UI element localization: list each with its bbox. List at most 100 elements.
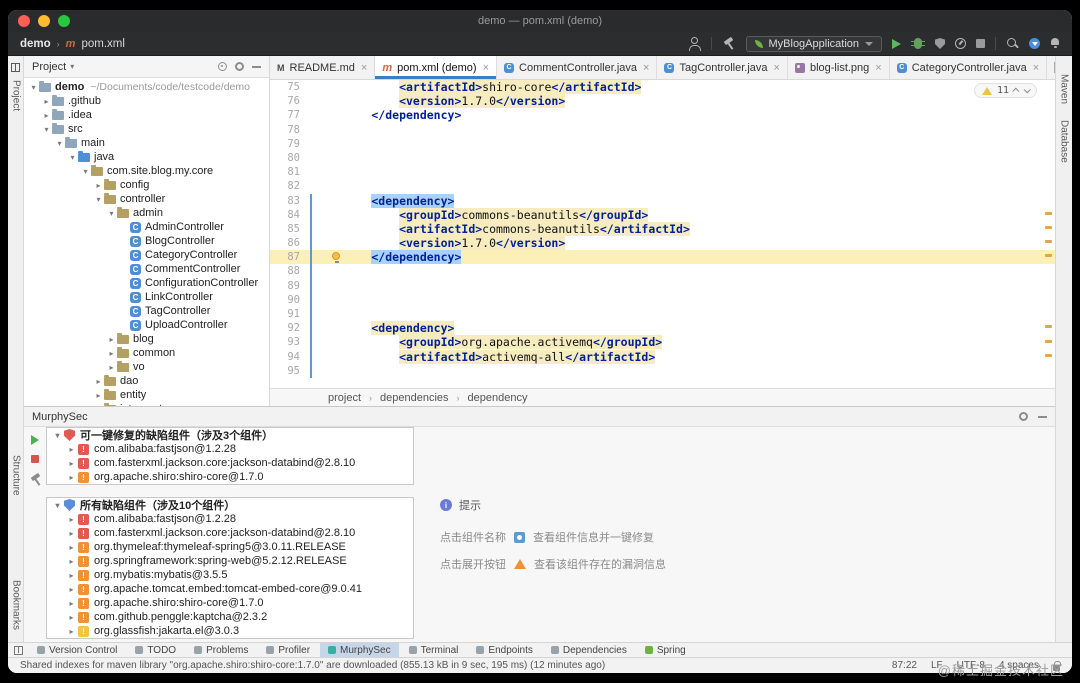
vulnerable-component-row[interactable]: ▸!org.thymeleaf:thymeleaf-spring5@3.0.11… — [47, 540, 413, 554]
error-stripe[interactable] — [1043, 80, 1054, 388]
line-number[interactable]: 95 — [270, 364, 310, 378]
next-warning-icon[interactable] — [1024, 86, 1031, 93]
code-text[interactable] — [316, 137, 1055, 151]
file-crumb[interactable]: pom.xml — [81, 38, 124, 50]
vulnerable-component-row[interactable]: ▸!org.springframework:spring-web@5.2.12.… — [47, 554, 413, 568]
toolwindow-button-endpoints[interactable]: Endpoints — [468, 643, 540, 658]
code-text[interactable]: <version>1.7.0</version> — [316, 236, 1055, 250]
line-number[interactable]: 87 — [270, 250, 310, 264]
tree-chevron-icon[interactable]: ▸ — [65, 571, 78, 580]
project-tree-item[interactable]: ▾demo~/Documents/code/testcode/demo — [24, 80, 269, 94]
warning-stripe-mark[interactable] — [1045, 212, 1052, 215]
code-text[interactable]: <dependency> — [316, 194, 1055, 208]
stop-scan-icon[interactable] — [31, 455, 39, 463]
warning-stripe-mark[interactable] — [1045, 325, 1052, 328]
line-number[interactable]: 78 — [270, 123, 310, 137]
code-line[interactable]: 79 — [270, 137, 1055, 151]
line-number[interactable]: 85 — [270, 222, 310, 236]
project-pane-title[interactable]: Project — [32, 61, 66, 73]
minimize-window-button[interactable] — [38, 15, 50, 27]
tab-close-icon[interactable]: × — [774, 62, 780, 74]
tab-close-icon[interactable]: × — [643, 62, 649, 74]
intention-bulb-icon[interactable] — [332, 252, 340, 260]
tree-chevron-icon[interactable]: ▸ — [65, 627, 78, 636]
debug-bug-icon[interactable] — [914, 38, 922, 49]
tab-close-icon[interactable]: × — [361, 62, 367, 74]
code-text[interactable] — [316, 364, 1055, 378]
chevron-down-icon[interactable]: ▾ — [70, 62, 74, 71]
code-line[interactable]: 94<artifactId>activemq-all</artifactId> — [270, 350, 1055, 364]
project-tree-item[interactable]: ▸common — [24, 346, 269, 360]
profiler-gauge-icon[interactable] — [955, 38, 966, 49]
code-line[interactable]: 91 — [270, 307, 1055, 321]
project-tree-item[interactable]: CCategoryController — [24, 248, 269, 262]
tab-close-icon[interactable]: × — [1033, 62, 1039, 74]
collab-icon[interactable] — [687, 37, 701, 51]
line-number[interactable]: 94 — [270, 350, 310, 364]
project-tree-item[interactable]: ▾main — [24, 136, 269, 150]
project-tree-item[interactable]: ▸dao — [24, 374, 269, 388]
code-line[interactable]: 78 — [270, 123, 1055, 137]
window-menu-icon[interactable] — [14, 646, 23, 655]
project-tree-item[interactable]: ▸vo — [24, 360, 269, 374]
code-text[interactable]: </dependency> — [316, 250, 1055, 264]
tree-chevron-icon[interactable]: ▸ — [65, 613, 78, 622]
tree-chevron-icon[interactable]: ▾ — [51, 501, 64, 510]
code-line[interactable]: 92<dependency> — [270, 321, 1055, 335]
line-number[interactable]: 81 — [270, 165, 310, 179]
tree-chevron-icon[interactable]: ▸ — [41, 97, 52, 106]
editor-tab[interactable]: CCategoryController.java× — [890, 56, 1047, 79]
project-crumb[interactable]: demo — [20, 38, 51, 50]
stripe-button-bookmarks[interactable]: Bookmarks — [11, 580, 22, 630]
vulnerable-component-row[interactable]: ▸!org.apache.shiro:shiro-core@1.7.0 — [47, 596, 413, 610]
project-tree-item[interactable]: ▾src — [24, 122, 269, 136]
project-tree-item[interactable]: CLinkController — [24, 290, 269, 304]
run-play-icon[interactable] — [892, 39, 901, 49]
tree-chevron-icon[interactable]: ▾ — [80, 167, 91, 176]
tree-chevron-icon[interactable]: ▸ — [106, 349, 117, 358]
title-bar[interactable]: demo — pom.xml (demo) — [8, 10, 1072, 32]
vulnerable-component-row[interactable]: ▸!com.github.penggle:kaptcha@2.3.2 — [47, 610, 413, 624]
code-text[interactable] — [316, 279, 1055, 293]
project-tree-item[interactable]: CAdminController — [24, 220, 269, 234]
code-text[interactable] — [316, 293, 1055, 307]
code-line[interactable]: 75<artifactId>shiro-core</artifactId> — [270, 80, 1055, 94]
code-line[interactable]: 80 — [270, 151, 1055, 165]
stripe-button-database[interactable]: Database — [1059, 120, 1070, 163]
project-tree-item[interactable]: CUploadController — [24, 318, 269, 332]
stripe-button-maven[interactable]: Maven — [1059, 74, 1070, 104]
project-tree-item[interactable]: ▾admin — [24, 206, 269, 220]
notifications-bell-icon[interactable] — [1050, 38, 1060, 49]
code-line[interactable]: 85 <artifactId>commons-beanutils</artifac… — [270, 222, 1055, 236]
toolwindow-button-terminal[interactable]: Terminal — [401, 643, 467, 658]
project-tree-item[interactable]: ▾java — [24, 150, 269, 164]
code-text[interactable] — [316, 179, 1055, 193]
code-text[interactable] — [316, 165, 1055, 179]
tree-chevron-icon[interactable]: ▸ — [65, 599, 78, 608]
tree-chevron-icon[interactable]: ▸ — [65, 515, 78, 524]
vulnerable-component-row[interactable]: ▸!org.apache.tomcat.embed:tomcat-embed-c… — [47, 582, 413, 596]
code-text[interactable] — [316, 151, 1055, 165]
code-text[interactable]: <artifactId>commons-beanutils</artifactI… — [316, 222, 1055, 236]
coverage-shield-icon[interactable] — [935, 38, 945, 49]
line-number[interactable]: 93 — [270, 335, 310, 349]
close-window-button[interactable] — [18, 15, 30, 27]
line-number[interactable]: 90 — [270, 293, 310, 307]
line-number[interactable]: 77 — [270, 108, 310, 122]
code-line[interactable]: 82 — [270, 179, 1055, 193]
fix-wrench-icon[interactable] — [29, 473, 41, 485]
sync-update-icon[interactable] — [1029, 38, 1040, 49]
line-number[interactable]: 75 — [270, 80, 310, 94]
toolwindow-button-dependencies[interactable]: Dependencies — [543, 643, 635, 658]
vulnerable-component-row[interactable]: ▸!com.fasterxml.jackson.core:jackson-dat… — [47, 526, 413, 540]
code-line[interactable]: 93 <groupId>org.apache.activemq</groupId> — [270, 335, 1055, 349]
tree-chevron-icon[interactable]: ▾ — [106, 209, 117, 218]
editor-tab[interactable]: CTagController.java× — [657, 56, 788, 79]
code-text[interactable]: <groupId>org.apache.activemq</groupId> — [316, 335, 1055, 349]
stripe-button-project[interactable]: Project — [11, 80, 22, 111]
vulnerable-component-row[interactable]: ▸!com.alibaba:fastjson@1.2.28 — [47, 442, 413, 456]
code-text[interactable] — [316, 123, 1055, 137]
hide-panel-icon[interactable] — [1038, 416, 1047, 418]
tree-chevron-icon[interactable]: ▸ — [65, 445, 78, 454]
code-line[interactable]: 81 — [270, 165, 1055, 179]
